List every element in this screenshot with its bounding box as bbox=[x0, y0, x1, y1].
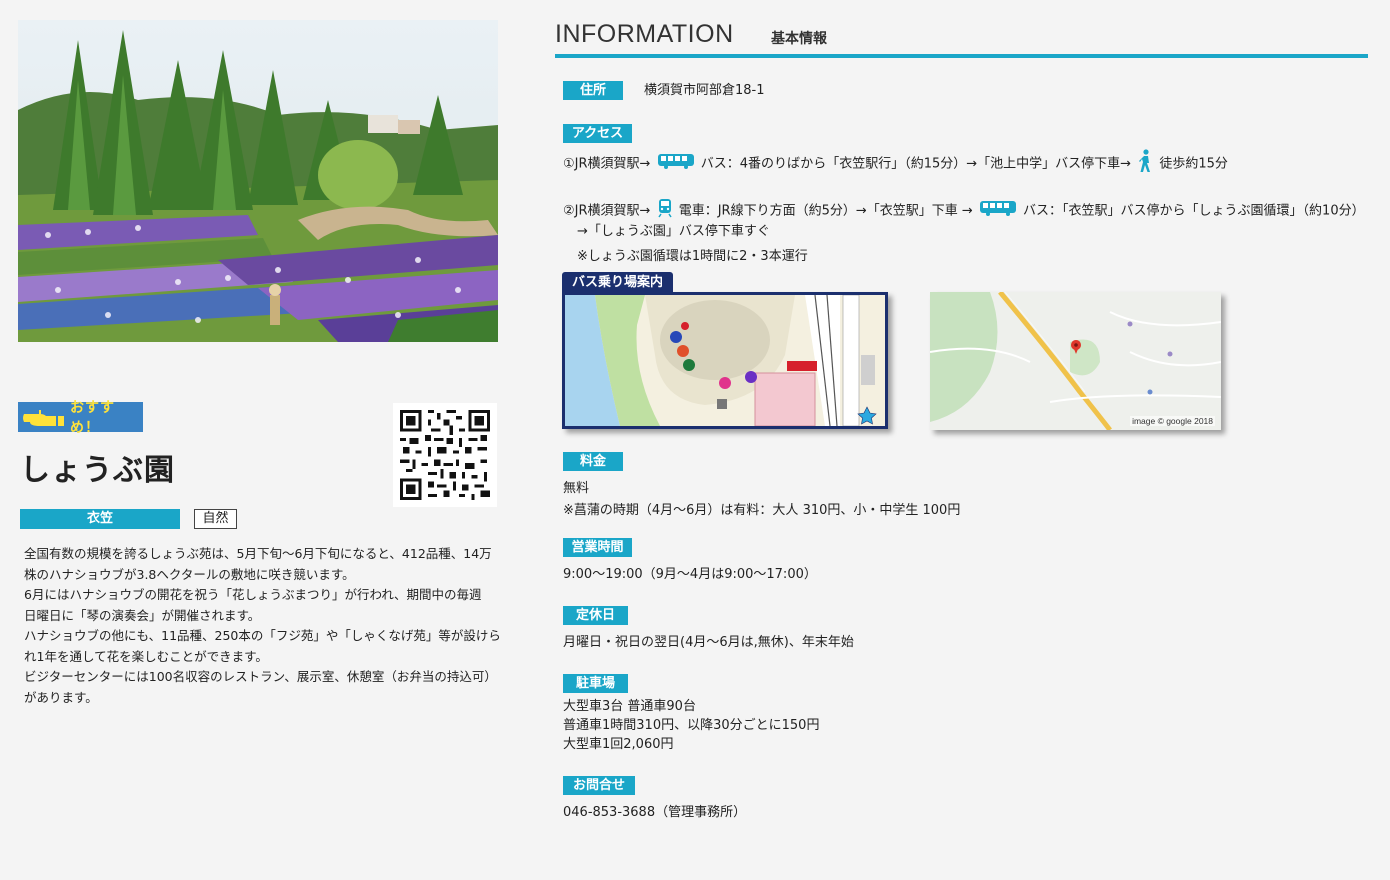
address-value: 横須賀市阿部倉18-1 bbox=[644, 83, 765, 98]
hours-label: 営業時間 bbox=[563, 538, 632, 557]
access-route-2: ②JR横須賀駅→ 電車：JR線下り方面（約5分）→「衣笠駅」下車 → バス：「衣… bbox=[563, 198, 1365, 224]
route1-walk: 徒歩約15分 bbox=[1159, 156, 1228, 172]
parking-line-1: 大型車3台 普通車90台 bbox=[563, 699, 696, 714]
walk-icon bbox=[1138, 149, 1152, 179]
parking-line-2: 普通車1時間310円、以降30分ごとに150円 bbox=[563, 718, 820, 733]
route2-start: ②JR横須賀駅→ bbox=[563, 203, 651, 219]
description-line: 株のハナショウブが3.8ヘクタールの敷地に咲き競います。 bbox=[24, 566, 355, 582]
google-map[interactable]: image © google 2018 bbox=[930, 292, 1221, 430]
fee-line-2: ※菖蒲の時期（4月〜6月）は有料：大人 310円、小・中学生 100円 bbox=[563, 503, 961, 518]
access-route-2-continued: →「しょうぶ園」バス停下車すぐ bbox=[577, 224, 770, 239]
fee-label: 料金 bbox=[563, 452, 623, 471]
information-title: INFORMATION bbox=[555, 20, 734, 48]
access-label: アクセス bbox=[563, 124, 632, 143]
description-line: れ1年を通して花を楽しむことができます。 bbox=[24, 648, 268, 664]
bus-icon bbox=[657, 153, 694, 175]
parking-line-3: 大型車1回2,060円 bbox=[563, 737, 674, 752]
description-line: 6月にはハナショウブの開花を祝う「花しょうぶまつり」が行われ、期間中の毎週 bbox=[24, 587, 482, 602]
description-line: があります。 bbox=[24, 689, 98, 705]
garden-photo bbox=[18, 20, 498, 342]
information-header: INFORMATION 基本情報 bbox=[555, 20, 1368, 58]
recommend-badge: おすすめ！ bbox=[18, 400, 143, 436]
qr-code-icon bbox=[393, 403, 497, 507]
recommend-label: おすすめ！ bbox=[70, 400, 115, 436]
closed-days-label: 定休日 bbox=[563, 606, 628, 625]
fee-line-1: 無料 bbox=[563, 481, 590, 496]
route1-start: ①JR横須賀駅→ bbox=[563, 156, 651, 172]
bus-stop-map-image bbox=[562, 292, 888, 429]
access-route-1: ①JR横須賀駅→ バス：4番のりばから「衣笠駅行」（約15分）→「池上中学」バス… bbox=[563, 149, 1228, 179]
description-line: 全国有数の規模を誇るしょうぶ苑は、5月下旬〜6月下旬になると、412品種、14万 bbox=[24, 546, 492, 561]
hand-pointer-icon bbox=[22, 406, 66, 428]
bus-stop-map[interactable]: バス乗り場案内 bbox=[562, 272, 888, 429]
spot-description: 全国有数の規模を誇るしょうぶ苑は、5月下旬〜6月下旬になると、412品種、14万… bbox=[24, 544, 502, 708]
spot-title: しょうぶ園 bbox=[20, 453, 175, 488]
category-tag: 自然 bbox=[194, 509, 237, 529]
bus-icon bbox=[979, 200, 1016, 222]
route2-train: 電車：JR線下り方面（約5分）→「衣笠駅」下車 → bbox=[678, 203, 973, 219]
hours-value: 9:00〜19:00（9月〜4月は9:00〜17:00） bbox=[563, 567, 817, 582]
area-tag: 衣笠 bbox=[20, 509, 180, 529]
address-label: 住所 bbox=[563, 81, 623, 100]
information-subtitle: 基本情報 bbox=[771, 31, 827, 47]
parking-label: 駐車場 bbox=[563, 674, 628, 693]
contact-value[interactable]: 046-853-3688（管理事務所） bbox=[563, 804, 746, 822]
description-line: ビジターセンターには100名収容のレストラン、展示室、休憩室（お弁当の持込可） bbox=[24, 669, 497, 684]
access-note: ※しょうぶ園循環は1時間に2・3本運行 bbox=[577, 249, 808, 264]
bus-stop-map-title: バス乗り場案内 bbox=[562, 272, 674, 293]
route2-bus: バス：「衣笠駅」バス停から「しょうぶ園循環」（約10分） bbox=[1023, 203, 1365, 219]
description-line: ハナショウブの他にも、11品種、250本の「フジ苑」や「しゃくなげ苑」等が設けら bbox=[24, 628, 501, 643]
route1-bus: バス：4番のりばから「衣笠駅行」（約15分）→「池上中学」バス停下車→ bbox=[700, 156, 1132, 172]
description-line: 日曜日に「琴の演奏会」が開催されます。 bbox=[24, 607, 261, 623]
map-credit: image © google 2018 bbox=[1130, 416, 1215, 426]
closed-days-value: 月曜日・祝日の翌日(4月〜6月は,無休)、年末年始 bbox=[563, 635, 854, 650]
train-icon bbox=[657, 198, 672, 224]
contact-label: お問合せ bbox=[563, 776, 635, 795]
